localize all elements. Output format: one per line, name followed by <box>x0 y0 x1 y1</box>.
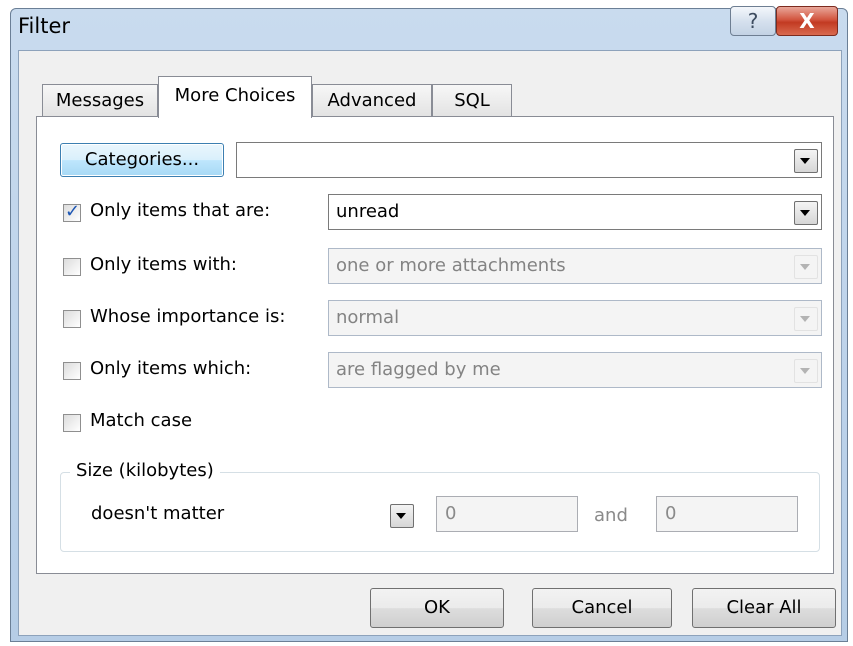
only-items-which-value: are flagged by me <box>336 359 501 380</box>
match-case-label: Match case <box>90 410 193 431</box>
whose-importance-combo: normal <box>328 300 822 336</box>
only-items-that-are-value: unread <box>336 201 400 222</box>
only-items-with-combo: one or more attachments <box>328 248 822 284</box>
only-items-that-are-checkbox[interactable] <box>63 201 81 222</box>
categories-combo[interactable] <box>236 142 822 178</box>
only-items-that-are-label: Only items that are: <box>90 200 271 221</box>
match-case-checkbox[interactable] <box>63 414 81 432</box>
help-icon: ? <box>747 9 759 33</box>
dialog-title: Filter <box>18 14 71 38</box>
cancel-button[interactable]: Cancel <box>532 588 672 628</box>
clear-all-button[interactable]: Clear All <box>692 588 836 628</box>
size-and-label: and <box>594 505 628 526</box>
only-items-with-label: Only items with: <box>90 254 237 275</box>
tab-sql[interactable]: SQL <box>432 84 512 116</box>
chevron-down-icon <box>794 255 818 279</box>
only-items-that-are-combo[interactable]: unread <box>328 194 822 230</box>
chevron-down-icon[interactable] <box>794 149 818 173</box>
close-button[interactable]: X <box>776 6 838 36</box>
tab-more-choices[interactable]: More Choices <box>158 76 312 118</box>
whose-importance-value: normal <box>336 307 400 328</box>
chevron-down-icon <box>794 307 818 331</box>
only-items-which-combo: are flagged by me <box>328 352 822 388</box>
size-mode-value: doesn't matter <box>91 503 225 524</box>
chevron-down-icon[interactable] <box>390 504 414 528</box>
size-mode-combo[interactable]: doesn't matter <box>84 497 420 533</box>
categories-button[interactable]: Categories... <box>60 143 224 177</box>
tab-messages[interactable]: Messages <box>42 84 158 116</box>
size-max-input: 0 <box>656 496 798 532</box>
help-button[interactable]: ? <box>730 6 776 36</box>
whose-importance-label: Whose importance is: <box>90 306 286 327</box>
only-items-which-label: Only items which: <box>90 358 252 379</box>
chevron-down-icon <box>794 359 818 383</box>
only-items-with-checkbox[interactable] <box>63 258 81 276</box>
whose-importance-checkbox[interactable] <box>63 310 81 328</box>
close-icon: X <box>799 9 815 33</box>
size-min-input: 0 <box>436 496 578 532</box>
chevron-down-icon[interactable] <box>794 201 818 225</box>
only-items-with-value: one or more attachments <box>336 255 566 276</box>
size-group-title: Size (kilobytes) <box>70 460 220 481</box>
tab-advanced[interactable]: Advanced <box>312 84 432 116</box>
ok-button[interactable]: OK <box>370 588 504 628</box>
only-items-which-checkbox[interactable] <box>63 362 81 380</box>
